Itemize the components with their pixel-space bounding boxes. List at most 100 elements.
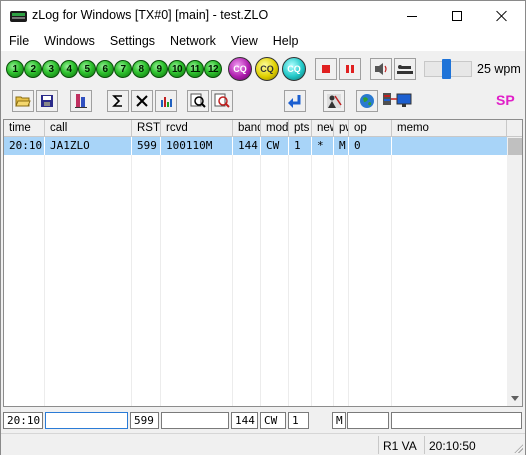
spot-icon bbox=[327, 94, 342, 108]
cell-time[interactable]: 20:10 bbox=[4, 137, 45, 155]
search-icon bbox=[214, 93, 230, 108]
time-field[interactable]: 20:10 bbox=[3, 412, 43, 429]
cell-mode[interactable]: CW bbox=[261, 137, 289, 155]
cq1-button[interactable]: CQ bbox=[228, 57, 252, 81]
log-grid[interactable]: time call RST rcvd band mod pts new pw o… bbox=[3, 119, 523, 407]
cell-memo[interactable] bbox=[392, 137, 507, 155]
network-icon bbox=[383, 93, 412, 107]
menu-network[interactable]: Network bbox=[162, 31, 223, 51]
cell-band[interactable]: 144 bbox=[233, 137, 261, 155]
menu-settings[interactable]: Settings bbox=[102, 31, 162, 51]
menu-windows[interactable]: Windows bbox=[36, 31, 102, 51]
cq3-button[interactable]: CQ bbox=[282, 57, 306, 81]
f10-button[interactable]: 10 bbox=[168, 60, 186, 78]
status-message bbox=[1, 436, 376, 454]
resize-grip-icon[interactable] bbox=[513, 443, 523, 453]
column-divider bbox=[232, 137, 233, 406]
cell-pw[interactable]: M bbox=[334, 137, 349, 155]
cw-key-icon bbox=[397, 65, 413, 74]
f1-button[interactable]: 1 bbox=[6, 60, 24, 78]
f2-button[interactable]: 2 bbox=[24, 60, 42, 78]
contest-stats-icon bbox=[75, 94, 87, 108]
f6-button[interactable]: 6 bbox=[96, 60, 114, 78]
scroll-down-icon[interactable] bbox=[511, 396, 519, 401]
rst-field[interactable]: 599 bbox=[130, 412, 159, 429]
bar-chart-icon bbox=[161, 97, 172, 107]
network-button[interactable] bbox=[380, 90, 416, 112]
close-button[interactable] bbox=[479, 1, 524, 31]
f11-button[interactable]: 11 bbox=[186, 60, 204, 78]
cell-new[interactable]: * bbox=[312, 137, 334, 155]
col-header-new[interactable]: new bbox=[312, 120, 334, 137]
menu-help[interactable]: Help bbox=[265, 31, 306, 51]
op-field[interactable] bbox=[347, 412, 389, 429]
f3-button[interactable]: 3 bbox=[42, 60, 60, 78]
column-divider bbox=[348, 137, 349, 406]
contest-stats-button[interactable] bbox=[70, 90, 92, 112]
stop-button[interactable] bbox=[315, 58, 337, 80]
minimize-icon bbox=[406, 15, 417, 17]
cell-rst[interactable]: 599 bbox=[132, 137, 161, 155]
scrollbar-thumb[interactable] bbox=[508, 138, 522, 155]
f9-button[interactable]: 9 bbox=[150, 60, 168, 78]
col-header-pts[interactable]: pts bbox=[289, 120, 312, 137]
multiplier-button[interactable] bbox=[131, 90, 153, 112]
cw-speed-slider[interactable] bbox=[424, 59, 472, 79]
rcvd-input[interactable] bbox=[161, 412, 229, 429]
menu-file[interactable]: File bbox=[1, 31, 36, 51]
col-header-band[interactable]: band bbox=[233, 120, 261, 137]
maximize-button[interactable] bbox=[434, 1, 479, 31]
pause-button[interactable] bbox=[339, 58, 361, 80]
col-header-mode[interactable]: mod bbox=[261, 120, 289, 137]
sum-button[interactable] bbox=[107, 90, 129, 112]
app-logo-icon bbox=[10, 11, 27, 22]
globe-icon bbox=[360, 94, 374, 108]
search-button[interactable] bbox=[211, 90, 233, 112]
f12-button[interactable]: 12 bbox=[204, 60, 222, 78]
col-header-rst[interactable]: RST bbox=[132, 120, 161, 137]
f7-button[interactable]: 7 bbox=[114, 60, 132, 78]
memo-input[interactable] bbox=[391, 412, 522, 429]
col-header-rcvd[interactable]: rcvd bbox=[161, 120, 233, 137]
cell-call[interactable]: JA1ZLO bbox=[45, 137, 132, 155]
voice-icon bbox=[375, 63, 387, 75]
cw-key-button[interactable] bbox=[394, 58, 416, 80]
points-field[interactable]: 1 bbox=[288, 412, 309, 429]
menu-view[interactable]: View bbox=[223, 31, 265, 51]
column-divider bbox=[333, 137, 334, 406]
vertical-scrollbar[interactable] bbox=[507, 137, 522, 406]
col-header-op[interactable]: op bbox=[349, 120, 392, 137]
save-disk-icon bbox=[41, 95, 53, 107]
spot-button[interactable] bbox=[323, 90, 345, 112]
col-header-time[interactable]: time bbox=[4, 120, 45, 137]
mode-field[interactable]: CW bbox=[260, 412, 286, 429]
save-button[interactable] bbox=[36, 90, 58, 112]
stop-icon bbox=[322, 65, 330, 73]
cq2-button[interactable]: CQ bbox=[255, 57, 279, 81]
menu-bar: File Windows Settings Network View Help bbox=[1, 31, 525, 51]
open-button[interactable] bbox=[12, 90, 34, 112]
callsign-input[interactable] bbox=[45, 412, 128, 429]
power-field[interactable]: M bbox=[332, 412, 346, 429]
sp-mode-badge[interactable]: SP bbox=[496, 92, 515, 108]
column-divider bbox=[260, 137, 261, 406]
band-field[interactable]: 144 bbox=[231, 412, 258, 429]
f4-button[interactable]: 4 bbox=[60, 60, 78, 78]
return-button[interactable] bbox=[284, 90, 306, 112]
f8-button[interactable]: 8 bbox=[132, 60, 150, 78]
voice-button[interactable] bbox=[370, 58, 392, 80]
table-row[interactable]: 20:10 JA1ZLO 599 100110M 144 CW 1 * M 0 bbox=[4, 137, 507, 155]
cell-pts[interactable]: 1 bbox=[289, 137, 312, 155]
cell-op[interactable]: 0 bbox=[349, 137, 392, 155]
col-header-memo[interactable]: memo bbox=[392, 120, 507, 137]
col-header-call[interactable]: call bbox=[45, 120, 132, 137]
graph-button[interactable] bbox=[155, 90, 177, 112]
f5-button[interactable]: 5 bbox=[78, 60, 96, 78]
col-header-pw[interactable]: pw bbox=[334, 120, 349, 137]
zoom-button[interactable] bbox=[187, 90, 209, 112]
speed-slider-thumb[interactable] bbox=[442, 59, 451, 79]
minimize-button[interactable] bbox=[389, 1, 434, 31]
cell-rcvd[interactable]: 100110M bbox=[161, 137, 233, 155]
globe-button[interactable] bbox=[356, 90, 378, 112]
column-divider bbox=[391, 137, 392, 406]
